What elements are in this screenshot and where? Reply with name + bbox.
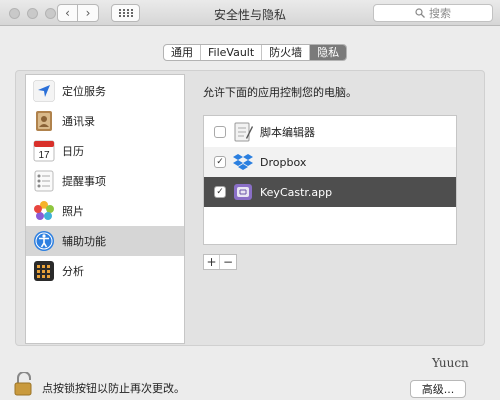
add-remove-control: + − — [203, 254, 237, 270]
app-row-dropbox[interactable]: ✓ Dropbox — [204, 147, 456, 177]
tab-privacy[interactable]: 隐私 — [310, 45, 347, 60]
advanced-button[interactable]: 高级... — [410, 380, 466, 398]
sidebar-item-location[interactable]: 定位服务 — [26, 76, 184, 106]
analytics-icon — [34, 261, 54, 281]
keycastr-icon — [234, 184, 252, 200]
sidebar-item-contacts[interactable]: 通讯录 — [26, 106, 184, 136]
lock-hint-text: 点按锁按钮以防止再次更改。 — [42, 382, 185, 395]
search-placeholder: 搜索 — [429, 7, 451, 20]
sidebar-item-calendar[interactable]: 17 日历 — [26, 136, 184, 166]
script-editor-icon — [234, 122, 253, 142]
sidebar-item-label: 辅助功能 — [62, 235, 106, 248]
search-icon — [415, 8, 425, 18]
sidebar-item-analytics[interactable]: 分析 — [26, 256, 184, 286]
lock-icon[interactable] — [14, 372, 34, 396]
tab-general[interactable]: 通用 — [164, 45, 201, 60]
sidebar-item-label: 提醒事项 — [62, 175, 106, 188]
app-checkbox[interactable]: ✓ — [214, 156, 226, 168]
sidebar-item-label: 定位服务 — [62, 85, 106, 98]
watermark-text: Yuucn — [432, 356, 469, 370]
sidebar-item-label: 通讯录 — [62, 115, 95, 128]
sidebar-item-label: 照片 — [62, 205, 84, 218]
app-checkbox[interactable]: ✓ — [214, 186, 226, 198]
title-bar: ‹ › 安全性与隐私 搜索 — [0, 0, 500, 26]
privacy-sidebar: 定位服务 通讯录 17 日历 提醒事项 照片 辅助功能 分析 — [25, 74, 185, 344]
location-arrow-icon — [33, 80, 55, 102]
app-name: KeyCastr.app — [260, 185, 333, 199]
accessibility-icon — [34, 231, 54, 251]
sidebar-item-photos[interactable]: 照片 — [26, 196, 184, 226]
tab-bar: 通用 FileVault 防火墙 隐私 — [163, 44, 348, 61]
sidebar-item-reminders[interactable]: 提醒事项 — [26, 166, 184, 196]
tab-firewall[interactable]: 防火墙 — [262, 45, 311, 60]
calendar-icon: 17 — [33, 140, 55, 162]
add-app-button[interactable]: + — [204, 255, 220, 269]
app-row-keycastr[interactable]: ✓ KeyCastr.app — [204, 177, 456, 207]
search-field[interactable]: 搜索 — [373, 4, 493, 22]
tab-filevault[interactable]: FileVault — [201, 45, 263, 60]
reminders-list-icon — [34, 170, 54, 192]
app-row-script-editor[interactable]: 脚本编辑器 — [204, 117, 456, 147]
app-name: Dropbox — [260, 155, 307, 169]
app-checkbox[interactable] — [214, 126, 226, 138]
calendar-day-number: 17 — [38, 150, 50, 161]
permission-prompt: 允许下面的应用控制您的电脑。 — [203, 86, 357, 99]
photos-flower-icon — [34, 201, 54, 220]
check-icon: ✓ — [216, 157, 224, 167]
sidebar-item-label: 分析 — [62, 265, 84, 278]
sidebar-item-accessibility[interactable]: 辅助功能 — [26, 226, 184, 256]
app-name: 脚本编辑器 — [260, 126, 315, 139]
contacts-book-icon — [36, 111, 52, 131]
dropbox-icon — [233, 154, 253, 170]
check-icon: ✓ — [216, 187, 224, 197]
sidebar-item-label: 日历 — [62, 145, 84, 158]
remove-app-button[interactable]: − — [220, 255, 236, 269]
app-list: 脚本编辑器 ✓ Dropbox ✓ KeyCastr.app — [203, 115, 457, 245]
